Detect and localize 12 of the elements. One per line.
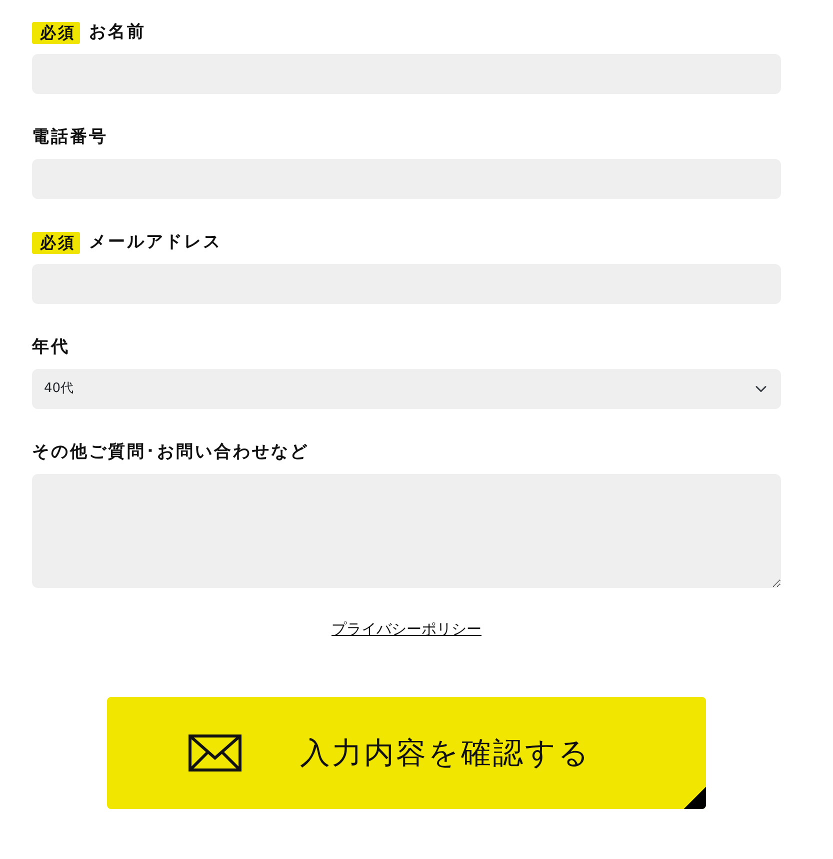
message-field[interactable] <box>32 474 781 588</box>
age-select[interactable]: 40代 <box>32 369 781 409</box>
required-badge: 必須 <box>32 232 80 254</box>
field-label: 電話番号 <box>32 126 108 150</box>
required-badge: 必須 <box>32 22 80 44</box>
confirm-button[interactable]: 入力内容を確認する <box>107 697 706 809</box>
field-label: お名前 <box>89 21 146 44</box>
field-label: メールアドレス <box>89 231 222 254</box>
privacy-policy-link[interactable]: プライバシーポリシー <box>332 620 482 638</box>
field-label: その他ご質問･お問い合わせなど <box>32 441 309 464</box>
field-label: 年代 <box>32 336 70 360</box>
envelope-icon <box>188 734 242 772</box>
